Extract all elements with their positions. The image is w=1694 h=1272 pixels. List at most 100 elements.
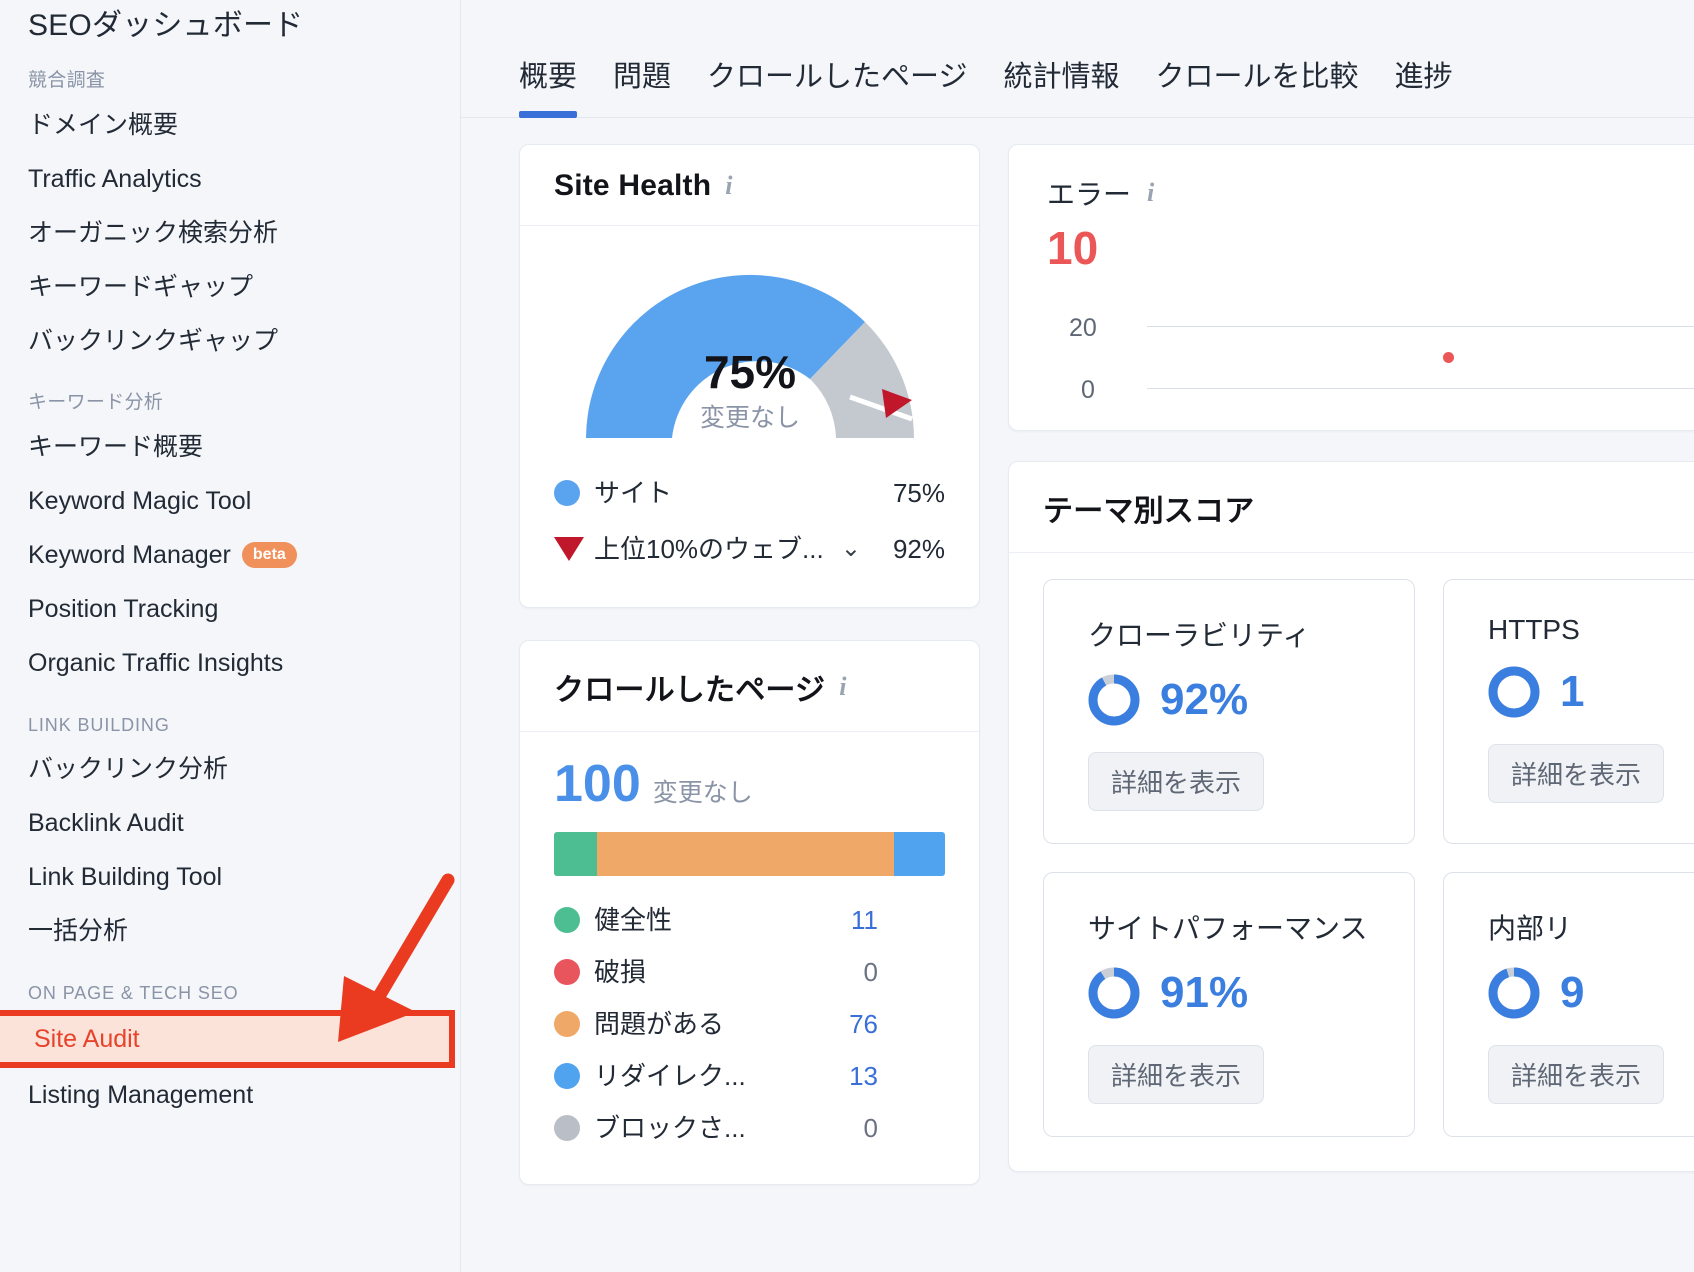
legend-value: 0 (863, 1113, 878, 1143)
donut-progress-icon (1088, 967, 1140, 1019)
crawled-pages-body: 100 変更なし 健全性 11 破損 0 問題がある 76 リダイレク... 13 ブロックさ.… (520, 732, 979, 1184)
legend-label: 破損 (594, 957, 647, 987)
view-details-button[interactable]: 詳細を表示 (1088, 751, 1265, 811)
info-icon[interactable]: i (725, 171, 732, 201)
sidebar-item-[interactable]: バックリンク分析 (0, 742, 460, 796)
gauge-center-value: 75% (703, 346, 795, 398)
donut-progress-icon (1488, 666, 1540, 718)
view-details-button[interactable]: 詳細を表示 (1488, 1044, 1665, 1104)
stacked-bar-segment (894, 832, 945, 876)
sidebar-item-label: Link Building Tool (28, 863, 223, 891)
tab-2[interactable]: 問題 (595, 53, 689, 117)
legend-label: 上位10%のウェブ... (594, 534, 824, 564)
crawled-pages-total: 100 (554, 755, 641, 813)
sidebar-item-label: Site Audit (34, 1025, 140, 1053)
sidebar: SEOダッシュボード 競合調査ドメイン概要 Traffic Analytics オー… (0, 0, 461, 1272)
thematic-score-value-row: 1 (1488, 666, 1694, 718)
sidebar-item-[interactable]: 一括分析 (0, 904, 460, 958)
sidebar-nav: 競合調査 ドメイン概要 Traffic Analytics オーガニック検索分析 キーワ… (0, 64, 460, 1122)
tab-5[interactable]: クロールを比較 (1137, 53, 1376, 117)
sidebar-item-label: Position Tracking (28, 595, 219, 623)
thematic-score-percent: 91% (1160, 967, 1249, 1017)
beta-badge: beta (241, 542, 297, 568)
sidebar-group: キーワード分析キーワード概要 Keyword Magic Tool Keyword … (0, 386, 460, 690)
sidebar-item-[interactable]: バックリンクギャップ (0, 314, 460, 368)
thematic-score-value-row: 9 (1488, 967, 1694, 1019)
legend-row: 問題がある 76 (554, 998, 945, 1050)
sidebar-item-label: Listing Management (28, 1081, 254, 1109)
sidebar-item-[interactable]: オーガニック検索分析 (0, 206, 460, 260)
tab-3[interactable]: クロールしたページ (689, 53, 985, 117)
legend-dot-icon (554, 1063, 580, 1089)
sidebar-item-organic-traffic-insights[interactable]: Organic Traffic Insights (0, 636, 460, 690)
sidebar-group-label: キーワード分析 (28, 392, 164, 413)
sidebar-item-backlink-audit[interactable]: Backlink Audit (0, 796, 460, 850)
sidebar-item-traffic-analytics[interactable]: Traffic Analytics (0, 152, 460, 206)
sidebar-item-label: Backlink Audit (28, 809, 184, 837)
thematic-scores-header: テーマ別スコア (1009, 462, 1694, 553)
site-health-legend: サイト 75% 上位10%のウェブ... ⌄ 92% (520, 459, 979, 607)
sidebar-item-listing-management[interactable]: Listing Management (0, 1068, 460, 1122)
sidebar-item-site-audit[interactable]: Site Audit (0, 1010, 455, 1068)
errors-chart: 20 0 (1047, 292, 1694, 404)
sidebar-item-label: キーワード概要 (28, 433, 204, 461)
sidebar-group: LINK BUILDING バックリンク分析 Backlink Audit Link … (0, 708, 460, 958)
sidebar-item-[interactable]: キーワードギャップ (0, 260, 460, 314)
tab-4[interactable]: 統計情報 (985, 53, 1137, 117)
crawled-pages-stacked-bar (554, 832, 945, 876)
view-details-button[interactable]: 詳細を表示 (1488, 743, 1665, 803)
legend-dot-icon (554, 1011, 580, 1037)
tab-1[interactable]: 概要 (519, 53, 595, 118)
sidebar-item-position-tracking[interactable]: Position Tracking (0, 582, 460, 636)
sidebar-item-keyword-manager[interactable]: Keyword Manager beta (0, 528, 460, 582)
thematic-scores-grid: クローラビリティ 92% 詳細を表示 HTTPS 1 詳細を表示 サイトパフォーマンス 91%… (1009, 553, 1694, 1171)
legend-label: リダイレク... (594, 1061, 746, 1091)
site-health-card: Site Health i 75% 変更なし サイト 75% 上位10%のウェブ… (519, 144, 980, 608)
legend-label: ブロックさ... (594, 1113, 746, 1143)
errors-gridline-top (1147, 325, 1694, 327)
sidebar-item-link-building-tool[interactable]: Link Building Tool (0, 850, 460, 904)
thematic-score-name: HTTPS (1488, 613, 1580, 645)
site-health-header: Site Health i (520, 145, 979, 226)
legend-value: 75% (892, 478, 945, 508)
sidebar-item-label: キーワードギャップ (28, 273, 254, 301)
thematic-score-card: HTTPS 1 詳細を表示 (1443, 578, 1694, 844)
site-health-title: Site Health (554, 169, 712, 202)
legend-value[interactable]: 13 (818, 1050, 878, 1102)
tab-6[interactable]: 進捗 (1376, 53, 1470, 117)
sidebar-item-label: オーガニック検索分析 (28, 219, 279, 247)
errors-gridline-bottom (1147, 387, 1694, 389)
triangle-down-icon (554, 537, 584, 561)
sidebar-item-[interactable]: キーワード概要 (0, 420, 460, 474)
thematic-score-percent: 1 (1560, 666, 1585, 716)
tab-bar: 概要 問題 クロールしたページ 統計情報 クロールを比較 進捗 (461, 0, 1694, 118)
legend-row: 健全性 11 (554, 894, 945, 946)
chevron-down-icon[interactable]: ⌄ (841, 521, 861, 577)
thematic-score-percent: 9 (1560, 967, 1585, 1017)
legend-value[interactable]: 11 (818, 894, 878, 946)
sidebar-group-label: LINK BUILDING (28, 715, 170, 735)
sidebar-title: SEOダッシュボード (28, 9, 304, 42)
errors-title: エラー (1047, 179, 1132, 210)
thematic-score-name: クローラビリティ (1088, 619, 1311, 651)
crawled-pages-title: クロールしたページ (554, 674, 826, 707)
thematic-score-name: サイトパフォーマンス (1088, 912, 1368, 944)
sidebar-item-[interactable]: ドメイン概要 (0, 98, 460, 152)
sidebar-item-keyword-magic-tool[interactable]: Keyword Magic Tool (0, 474, 460, 528)
sidebar-item-label: バックリンクギャップ (28, 327, 279, 355)
crawled-pages-card: クロールしたページ i 100 変更なし 健全性 11 破損 0 問題がある 76 リダイレ… (519, 640, 980, 1185)
thematic-score-name: 内部リ (1488, 912, 1573, 944)
info-icon[interactable]: i (839, 672, 846, 702)
errors-card: エラー i 10 20 0 (1008, 144, 1694, 431)
info-icon[interactable]: i (1147, 178, 1154, 208)
gauge-center-sub: 変更なし (699, 404, 799, 432)
errors-data-point (1443, 351, 1454, 363)
sidebar-group-label: 競合調査 (28, 70, 106, 91)
legend-row: サイト 75% (554, 465, 945, 521)
view-details-button[interactable]: 詳細を表示 (1088, 1044, 1265, 1104)
stacked-bar-segment (597, 832, 895, 876)
main-content: 概要 問題 クロールしたページ 統計情報 クロールを比較 進捗 Site Health i (461, 0, 1694, 1272)
sidebar-item-label: Traffic Analytics (28, 165, 202, 193)
thematic-score-card: サイトパフォーマンス 91% 詳細を表示 (1043, 871, 1415, 1137)
legend-value[interactable]: 76 (818, 998, 878, 1050)
